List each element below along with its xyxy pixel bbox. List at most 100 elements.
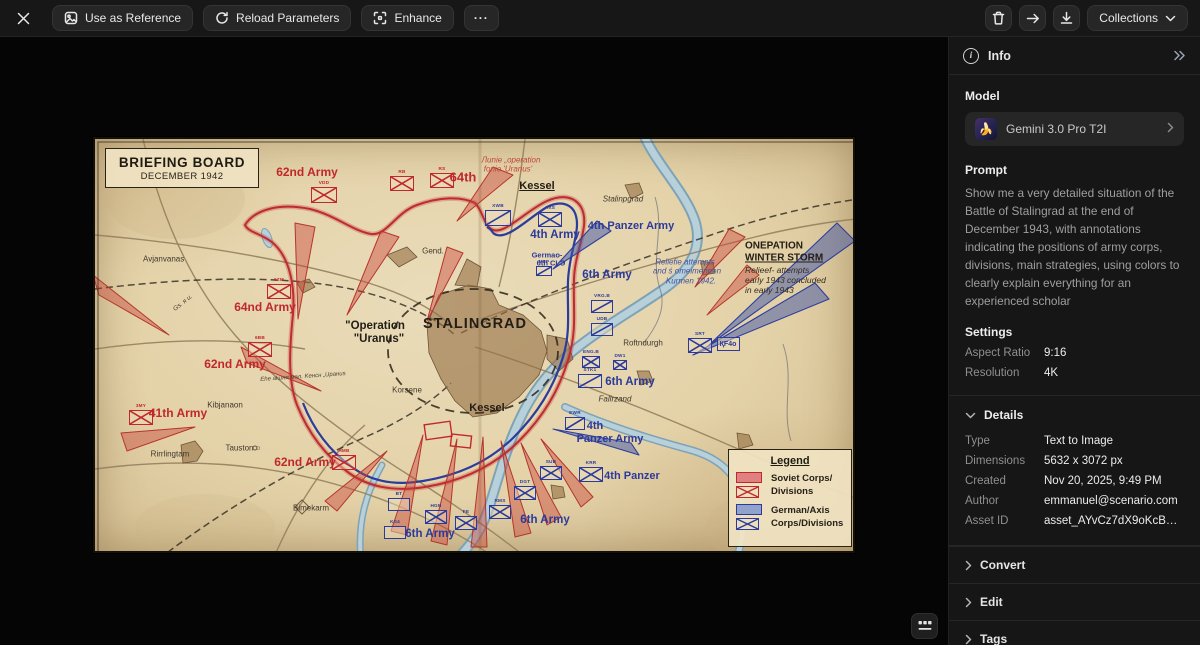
map-label: 4th Army (530, 229, 579, 241)
details-section-header[interactable]: Details (965, 408, 1184, 422)
image-detail-view: Use as Reference Reload Parameters Enhan… (0, 0, 1200, 645)
details-label: Details (984, 408, 1023, 422)
unit-marker: AXS (538, 212, 562, 227)
unit-marker: SRT (688, 338, 712, 353)
map-label: 6th Army (405, 528, 454, 540)
unit-marker: VRG.B (591, 300, 613, 313)
reload-parameters-button[interactable]: Reload Parameters (203, 5, 351, 31)
map-label: Avjanvanas (143, 255, 184, 264)
unit-marker: BT (388, 498, 410, 511)
unit-marker: FE (455, 516, 477, 530)
model-label: Model (965, 89, 1184, 103)
map-title-box: BRIEFING BOARD DECEMBER 1942 (105, 148, 259, 188)
details-row: Asset ID asset_AYvCz7dX9oKcBBU4e… (965, 511, 1184, 531)
unit-marker: DW1 (613, 360, 627, 370)
detail-label: Dimensions (965, 455, 1044, 467)
model-button[interactable]: 🍌 Gemini 3.0 Pro T2I (965, 112, 1184, 146)
enhance-icon (373, 11, 387, 25)
unit-marker: RB (390, 176, 414, 191)
legend-item: Soviet Corps/ Divisions (736, 472, 844, 499)
chevron-right-icon (965, 597, 972, 608)
legend-swatch-filled (736, 504, 762, 515)
map-label: Bimekarm (293, 504, 329, 513)
legend-swatch-filled (736, 472, 762, 483)
map-label: 4th (587, 420, 604, 432)
panel-title: Info (988, 49, 1011, 63)
collapse-panel-icon[interactable] (1173, 50, 1186, 61)
enhance-button[interactable]: Enhance (361, 5, 453, 31)
panel-section-row[interactable]: Edit (949, 583, 1200, 620)
unit-marker: DGT (514, 486, 536, 500)
map-label: ONEPATION (745, 241, 803, 252)
map-label: Gend. (422, 247, 444, 256)
legend-swatch-crossed (736, 486, 759, 498)
details-row: Created Nov 20, 2025, 9:49 PM (965, 471, 1184, 491)
map-label: 41th Army (149, 406, 207, 420)
use-as-reference-button[interactable]: Use as Reference (52, 5, 193, 31)
unit-marker: 6BB (248, 342, 272, 357)
more-options-button[interactable]: ··· (464, 5, 499, 31)
detail-value: Nov 20, 2025, 9:49 PM (1044, 475, 1162, 487)
detail-value: 5632 x 3072 px (1044, 455, 1123, 467)
send-to-button[interactable] (1019, 5, 1046, 31)
map-label: "Operation (345, 320, 405, 332)
map-label: and ś omeimennen (653, 267, 721, 276)
unit-marker: SUB (540, 466, 562, 480)
image-icon (64, 11, 78, 25)
thumbnails-icon (918, 620, 932, 632)
detail-value: emmanuel@scenario.com (1044, 495, 1178, 507)
map-label: 6th Army (605, 376, 654, 388)
info-panel-header: i Info (949, 37, 1200, 75)
settings-row: Resolution 4K (965, 363, 1184, 383)
map-label: Kurmen 1942. (666, 277, 716, 286)
map-label: WINTER STORM (745, 253, 823, 264)
map-label: 62nd Army (204, 357, 266, 371)
map-legend: Legend Soviet Corps/ Divisions (728, 449, 852, 547)
map-label: 64th (450, 170, 477, 185)
unit-marker: ENG.B (582, 356, 600, 368)
map-label: 64nd Army (234, 300, 296, 314)
collections-button[interactable]: Collections (1087, 5, 1188, 31)
details-row: Dimensions 5632 x 3072 px (965, 451, 1184, 471)
thumbnails-toggle-button[interactable] (911, 613, 938, 639)
download-icon (1060, 11, 1073, 25)
prompt-label: Prompt (965, 163, 1184, 177)
map-label: Rirrlingtam (151, 450, 190, 459)
settings-row: Aspect Ratio 9:16 (965, 343, 1184, 363)
generated-image: BRIEFING BOARD DECEMBER 1942 VDD (93, 137, 855, 553)
map-label: "Uranus" (354, 333, 405, 345)
model-icon: 🍌 (975, 118, 997, 140)
map-label: 4th Panzer Army (588, 220, 674, 232)
map-label: 62nd Army (276, 165, 338, 179)
unit-marker: 6ZM (267, 284, 291, 299)
close-icon[interactable] (12, 7, 34, 29)
panel-section-label: Edit (980, 595, 1003, 609)
chevron-right-icon (965, 634, 972, 645)
delete-button[interactable] (985, 5, 1012, 31)
map-label: Kessel (469, 402, 504, 414)
map-label: STALINGRAD (423, 316, 527, 332)
settings-rows: Aspect Ratio 9:16 Resolution 4K (965, 343, 1184, 383)
map-label: in early 1943 (745, 285, 794, 295)
chevron-down-icon (965, 412, 976, 419)
detail-label: Author (965, 495, 1044, 507)
map-subtitle: DECEMBER 1942 (141, 171, 224, 182)
reload-icon (215, 11, 229, 25)
top-toolbar: Use as Reference Reload Parameters Enhan… (0, 0, 1200, 37)
unit-marker: ҚF4о (717, 337, 740, 351)
download-button[interactable] (1053, 5, 1080, 31)
unit-marker: VDD (311, 187, 337, 203)
map-label: Kibjanaon (207, 401, 243, 410)
map-label: Лunie „operation (482, 156, 541, 165)
panel-section-row[interactable]: Convert (949, 546, 1200, 583)
map-label: Reliefie attempts (655, 258, 715, 267)
arrow-right-icon (1026, 12, 1040, 25)
details-rows: Type Text to Image Dimensions 5632 x 307… (965, 431, 1184, 531)
unit-marker: MFP (536, 266, 552, 276)
unit-marker: KRR (579, 467, 603, 482)
trash-icon (992, 11, 1005, 25)
map-label: Fallrzand (599, 395, 632, 404)
panel-section-row[interactable]: Tags (949, 620, 1200, 645)
setting-value: 9:16 (1044, 347, 1066, 359)
map-label: Korsene (392, 386, 422, 395)
